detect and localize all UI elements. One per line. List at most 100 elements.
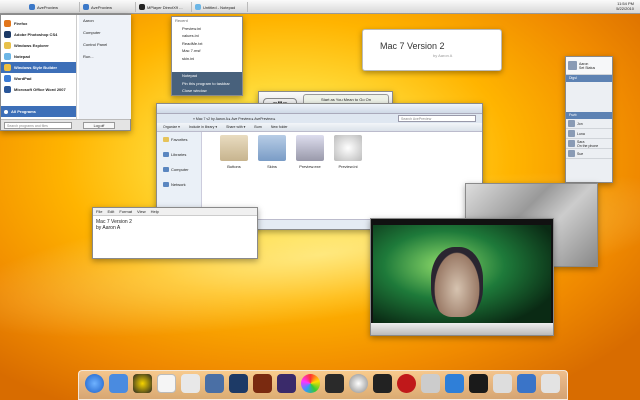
premiere-icon[interactable] [277, 374, 296, 393]
taskbar-button-mplayer[interactable]: MPlayer DirectX9 ... [136, 2, 192, 12]
menu-file[interactable]: File [96, 209, 102, 214]
notepad-icon [4, 53, 11, 60]
messenger-icon[interactable] [109, 374, 128, 393]
contact-group[interactable]: Digsl [566, 75, 612, 82]
illustrator-icon[interactable] [253, 374, 272, 393]
place-control-panel[interactable]: Control Panel [79, 39, 131, 51]
file-preview-exe[interactable]: Preview.exe [291, 135, 329, 169]
monitor-icon[interactable] [517, 374, 536, 393]
media-icon[interactable] [325, 374, 344, 393]
file-buttons[interactable]: Buttons [215, 135, 253, 169]
jumplist-open-notepad[interactable]: Notepad [172, 72, 242, 80]
contact-row[interactable]: SaraOn the phone [566, 139, 612, 149]
all-programs[interactable]: All Programs [1, 106, 76, 117]
video-controls[interactable] [371, 323, 553, 335]
start-item-label: Firefox [14, 21, 27, 26]
notepad-menu: File Edit Format View Help [93, 208, 257, 216]
burn-button[interactable]: Burn [254, 125, 261, 129]
user-status: Set Status [579, 66, 595, 70]
start-search-input[interactable]: Search programs and files [4, 122, 72, 129]
film-icon[interactable] [373, 374, 392, 393]
arrow-icon [4, 110, 8, 114]
include-library-button[interactable]: Include in library ▾ [189, 125, 217, 129]
video-frame[interactable] [373, 225, 551, 325]
menu-edit[interactable]: Edit [107, 209, 114, 214]
firefox-icon [4, 20, 11, 27]
g-logo-icon[interactable] [469, 374, 488, 393]
organize-button[interactable]: Organize ▾ [163, 125, 180, 129]
nav-libraries[interactable]: Libraries [157, 147, 201, 162]
start-item-photoshop[interactable]: Adobe Photoshop CS4 [1, 29, 76, 40]
jumplist-item[interactable]: Mac 7.msf [172, 47, 242, 55]
document-icon[interactable] [157, 374, 176, 393]
user-header[interactable]: AaronSet Status [566, 57, 612, 75]
list-icon[interactable] [181, 374, 200, 393]
start-item-word[interactable]: Microsoft Office Word 2007 [1, 84, 76, 95]
explorer-search-input[interactable]: Search AvePreview [398, 115, 476, 122]
nav-network[interactable]: Network [157, 177, 201, 192]
image-icon[interactable] [205, 374, 224, 393]
place-computer[interactable]: Computer [79, 27, 131, 39]
start-item-label: Adobe Photoshop CS4 [14, 32, 57, 37]
file-preview-ini[interactable]: Preview.ini [329, 135, 367, 169]
nav-favorites[interactable]: Favorites [157, 132, 201, 147]
gamepad-icon[interactable] [421, 374, 440, 393]
file-skins[interactable]: Skins [253, 135, 291, 169]
menu-view[interactable]: View [137, 209, 146, 214]
photoshop-icon[interactable] [229, 374, 248, 393]
jumplist-pin-action[interactable]: Pin this program to taskbar [172, 80, 242, 88]
contact-row[interactable]: Sue [566, 149, 612, 159]
avatar [568, 140, 575, 147]
browser-icon[interactable] [85, 374, 104, 393]
address-bar[interactable]: « Mac 7 v2 by Aaron A ▸ Ave Preview ▸ Av… [157, 114, 482, 123]
jumplist-item[interactable]: ReadMe.txt [172, 40, 242, 48]
dock [78, 370, 568, 400]
nav-computer[interactable]: Computer [157, 162, 201, 177]
taskbar-button-notepad[interactable]: Untitled - Notepad [192, 2, 248, 12]
color-wheel-icon[interactable] [301, 374, 320, 393]
start-item-label: WordPad [14, 76, 31, 81]
explorer-icon [4, 42, 11, 49]
m-logo-icon[interactable] [397, 374, 416, 393]
contact-name: Jon [577, 122, 583, 126]
new-folder-button[interactable]: New folder [271, 125, 288, 129]
nav-label: Libraries [171, 152, 186, 157]
logoff-button[interactable]: Log off [83, 122, 115, 129]
navigation-pane: Favorites Libraries Computer Network [157, 132, 202, 219]
contact-name: Sue [577, 152, 583, 156]
app-icon [83, 4, 89, 10]
explorer-titlebar[interactable] [157, 104, 482, 114]
nav-label: Network [171, 182, 186, 187]
start-item-notepad[interactable]: Notepad [1, 51, 76, 62]
settings-icon[interactable] [541, 374, 560, 393]
jumplist-item[interactable]: values.ini [172, 32, 242, 40]
clock[interactable]: 11:54 PM5/22/2010 [616, 1, 634, 11]
firefox-alt-icon[interactable] [445, 374, 464, 393]
notepad-jumplist: Recent Preview.ini values.ini ReadMe.txt… [171, 16, 243, 96]
start-item-firefox[interactable]: Firefox [1, 18, 76, 29]
menu-help[interactable]: Help [151, 209, 159, 214]
jumplist-item[interactable]: Preview.ini [172, 25, 242, 33]
contact-group[interactable]: Fsvb [566, 112, 612, 119]
taskbar-button-aveproview-1[interactable]: AveProview [26, 2, 80, 12]
notepad-text-area[interactable]: Mac 7 Version 2 by Aaron A [93, 216, 257, 234]
menu-format[interactable]: Format [119, 209, 132, 214]
place-user[interactable]: Aaron [79, 15, 131, 27]
contact-row[interactable]: Jon [566, 119, 612, 129]
keyboard-icon[interactable] [493, 374, 512, 393]
network-icon [163, 182, 169, 187]
contact-name: Luna [577, 132, 585, 136]
start-item-explorer[interactable]: Windows Explorer [1, 40, 76, 51]
text-line: by Aaron A [96, 225, 254, 231]
contact-row[interactable]: Luna [566, 129, 612, 139]
start-item-wordpad[interactable]: WordPad [1, 73, 76, 84]
start-item-style-builder[interactable]: Windows Style Builder [1, 62, 76, 73]
radiation-icon[interactable] [133, 374, 152, 393]
word-icon [4, 86, 11, 93]
place-run[interactable]: Run... [79, 51, 131, 63]
taskbar-button-aveproview-2[interactable]: AveProview [80, 2, 136, 12]
share-with-button[interactable]: Share with ▾ [226, 125, 245, 129]
jumplist-close-action[interactable]: Close window [172, 87, 242, 95]
jumplist-item[interactable]: skin.ini [172, 55, 242, 63]
cursor-icon[interactable] [349, 374, 368, 393]
